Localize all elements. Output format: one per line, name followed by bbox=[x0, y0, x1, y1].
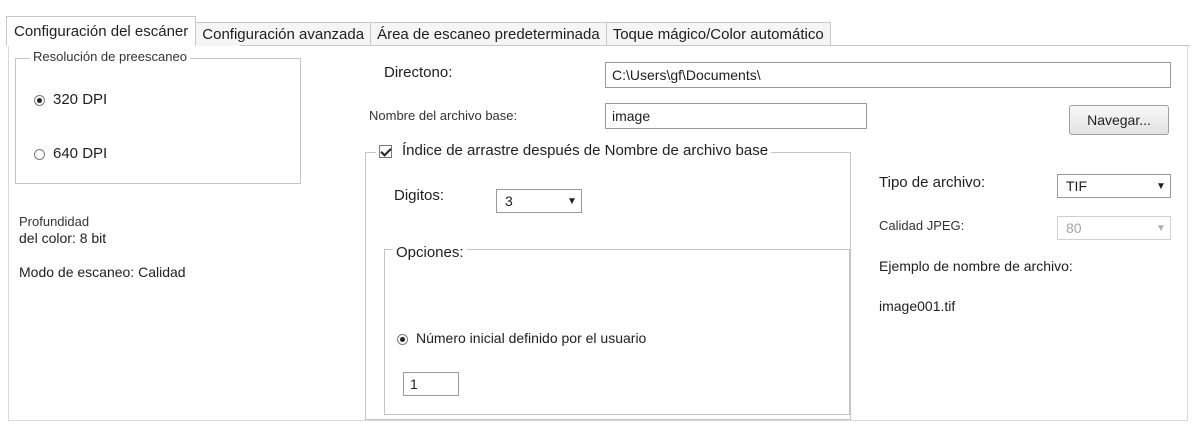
directory-field[interactable]: C:\Users\gf\Documents\ bbox=[605, 62, 1171, 88]
base-name-label: Nombre del archivo base: bbox=[369, 108, 518, 123]
chevron-down-icon[interactable]: ▼ bbox=[1152, 175, 1170, 197]
color-depth-line1: Profundidad bbox=[19, 214, 90, 229]
start-number-field[interactable]: 1 bbox=[403, 372, 459, 396]
radio-user-start-number-indicator[interactable] bbox=[397, 333, 408, 345]
options-group: Opciones: Número inicial definido por el… bbox=[384, 244, 850, 415]
digits-select-value: 3 bbox=[505, 193, 513, 209]
radio-640-dpi[interactable]: 640 DPI bbox=[34, 145, 107, 162]
radio-user-start-number[interactable]: Número inicial definido por el usuario bbox=[397, 330, 646, 346]
radio-320-dpi[interactable]: 320 DPI bbox=[34, 91, 107, 108]
prescan-resolution-group: Resolución de preescaneo 320 DPI 640 DPI bbox=[15, 49, 301, 184]
file-type-select-value: TIF bbox=[1066, 178, 1087, 194]
options-legend: Opciones: bbox=[393, 244, 467, 261]
chevron-down-icon[interactable]: ▼ bbox=[563, 190, 581, 212]
tab-default-scan-area[interactable]: Área de escaneo predeterminada bbox=[371, 22, 607, 46]
trailing-index-checkbox[interactable]: Índice de arrastre después de Nombre de … bbox=[376, 142, 772, 159]
file-type-label: Tipo de archivo: bbox=[879, 174, 986, 191]
radio-320-dpi-indicator[interactable] bbox=[34, 94, 45, 106]
trailing-index-group: Índice de arrastre después de Nombre de … bbox=[365, 142, 851, 420]
radio-640-dpi-indicator[interactable] bbox=[34, 148, 45, 160]
trailing-index-checkbox-label: Índice de arrastre después de Nombre de … bbox=[402, 142, 769, 159]
tab-advanced-settings[interactable]: Configuración avanzada bbox=[196, 22, 372, 46]
digits-label: Digitos: bbox=[394, 187, 445, 204]
scan-mode-text: Modo de escaneo: Calidad bbox=[19, 264, 186, 280]
example-filename-value: image001.tif bbox=[879, 298, 956, 314]
digits-select[interactable]: 3 ▼ bbox=[496, 189, 582, 213]
prescan-resolution-legend: Resolución de preescaneo bbox=[30, 49, 190, 64]
chevron-down-icon[interactable]: ▼ bbox=[1152, 217, 1170, 239]
tab-scanner-settings[interactable]: Configuración del escáner bbox=[6, 16, 197, 46]
browse-button[interactable]: Navegar... bbox=[1069, 105, 1169, 135]
example-filename-label: Ejemplo de nombre de archivo: bbox=[879, 258, 1073, 274]
radio-user-start-number-label: Número inicial definido por el usuario bbox=[416, 330, 647, 346]
file-type-select[interactable]: TIF ▼ bbox=[1057, 174, 1171, 198]
trailing-index-checkbox-box[interactable] bbox=[379, 144, 392, 158]
tab-strip: Configuración del escáner Configuración … bbox=[6, 16, 831, 46]
jpeg-quality-select[interactable]: 80 ▼ bbox=[1057, 216, 1171, 240]
directory-label: Directono: bbox=[384, 64, 453, 81]
color-depth-line2: del color: 8 bit bbox=[19, 230, 107, 246]
jpeg-quality-label: Calidad JPEG: bbox=[879, 218, 965, 233]
radio-640-dpi-label: 640 DPI bbox=[53, 145, 108, 162]
tab-magic-touch[interactable]: Toque mágico/Color automático bbox=[606, 22, 831, 46]
jpeg-quality-select-value: 80 bbox=[1066, 220, 1082, 236]
tab-panel: Resolución de preescaneo 320 DPI 640 DPI… bbox=[8, 46, 1188, 421]
base-name-field[interactable]: image bbox=[605, 103, 867, 129]
radio-320-dpi-label: 320 DPI bbox=[53, 91, 108, 108]
